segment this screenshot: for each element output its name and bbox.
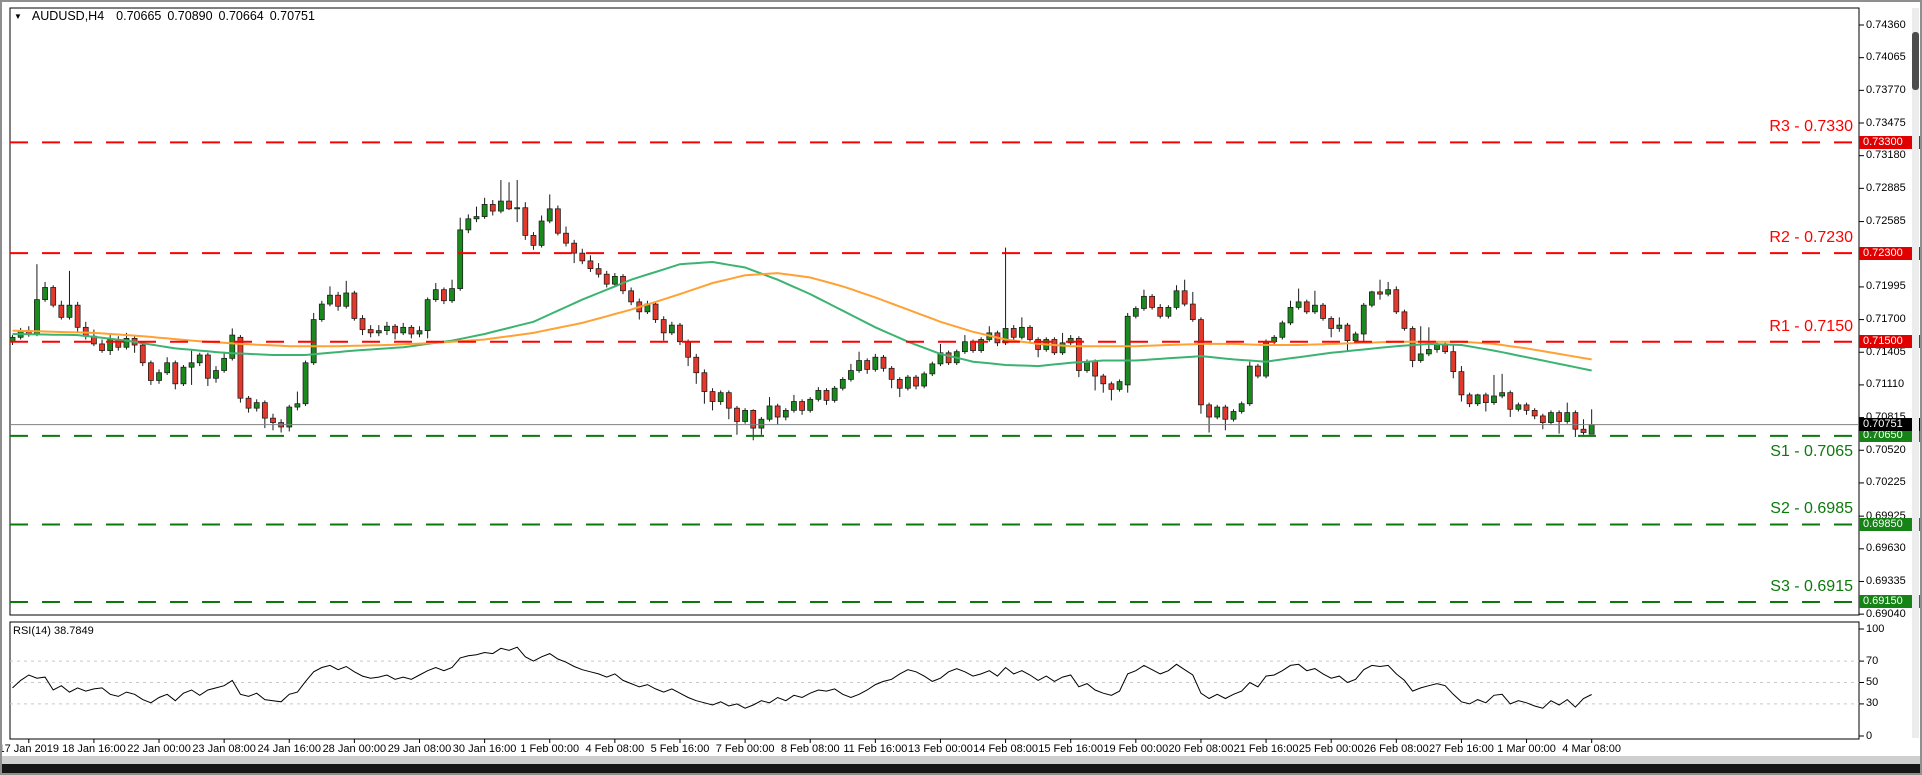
time-axis-label: 21 Feb 16:00 bbox=[1233, 743, 1299, 755]
rsi-axis-tick: 70 bbox=[1866, 654, 1879, 667]
time-axis-label: 23 Jan 08:00 bbox=[192, 743, 256, 755]
chart-window: ▼ AUDUSD,H4 0.70665 0.70890 0.70664 0.70… bbox=[0, 0, 1922, 775]
price-axis-tick: 0.71995 bbox=[1866, 280, 1906, 293]
time-axis-label: 19 Feb 00:00 bbox=[1103, 743, 1169, 755]
ohlc-close: 0.70751 bbox=[269, 9, 315, 23]
level-label-s1: S1 - 0.7065 bbox=[1770, 442, 1853, 460]
price-axis-tick: 0.69335 bbox=[1866, 574, 1906, 587]
price-axis-tick: 0.72885 bbox=[1866, 181, 1906, 194]
time-axis-label: 18 Jan 16:00 bbox=[62, 743, 126, 755]
level-badge-s1: 0.70650 bbox=[1859, 429, 1920, 443]
rsi-axis-tick: 0 bbox=[1866, 729, 1873, 742]
rsi-indicator-label: RSI(14) 38.7849 bbox=[13, 625, 94, 637]
rsi-value: 38.7849 bbox=[53, 625, 94, 637]
price-axis-tick: 0.74065 bbox=[1866, 51, 1906, 64]
rsi-axis-tick: 30 bbox=[1866, 697, 1879, 710]
time-axis-label: 24 Jan 16:00 bbox=[257, 743, 322, 755]
current-price-badge: 0.70751 bbox=[1859, 418, 1920, 432]
rsi-name: RSI(14) bbox=[13, 625, 51, 637]
scrollbar-thumb[interactable] bbox=[1912, 32, 1919, 90]
level-label-s2: S2 - 0.6985 bbox=[1770, 500, 1853, 518]
level-badge-r3: 0.73300 bbox=[1859, 135, 1920, 149]
time-axis-label: 8 Feb 08:00 bbox=[780, 743, 840, 755]
price-axis-tick: 0.73770 bbox=[1866, 83, 1906, 96]
time-axis-label: 7 Feb 00:00 bbox=[715, 743, 775, 755]
time-axis-label: 13 Feb 00:00 bbox=[908, 743, 973, 755]
ohlc-high: 0.70890 bbox=[167, 9, 213, 23]
time-axis-label: 25 Feb 00:00 bbox=[1298, 743, 1364, 755]
time-axis-label: 4 Mar 08:00 bbox=[1562, 743, 1622, 755]
level-label-r3: R3 - 0.7330 bbox=[1769, 118, 1853, 136]
level-label-r2: R2 - 0.7230 bbox=[1769, 229, 1853, 247]
chart-canvas[interactable] bbox=[2, 2, 1922, 775]
time-axis-label: 1 Mar 00:00 bbox=[1497, 743, 1556, 755]
window-bottom-edge bbox=[2, 764, 1920, 773]
time-axis-label: 5 Feb 16:00 bbox=[650, 743, 710, 755]
level-badge-s3: 0.69150 bbox=[1859, 595, 1920, 609]
rsi-axis-tick: 50 bbox=[1866, 676, 1879, 688]
time-axis-label: 17 Jan 2019 bbox=[0, 743, 60, 755]
level-badge-r2: 0.72300 bbox=[1859, 246, 1920, 260]
price-axis-tick: 0.70520 bbox=[1866, 443, 1906, 456]
time-axis-label: 30 Jan 16:00 bbox=[452, 743, 517, 755]
symbol-dropdown-icon[interactable]: ▼ bbox=[14, 12, 22, 21]
level-label-s3: S3 - 0.6915 bbox=[1770, 577, 1853, 595]
level-badge-s2: 0.69850 bbox=[1859, 517, 1920, 531]
price-axis-tick: 0.72585 bbox=[1866, 215, 1906, 228]
time-axis-label: 29 Jan 08:00 bbox=[387, 743, 452, 755]
time-axis-label: 1 Feb 00:00 bbox=[520, 743, 580, 755]
price-axis-tick: 0.73475 bbox=[1866, 116, 1906, 129]
rsi-axis-tick: 100 bbox=[1866, 622, 1885, 635]
time-axis-label: 11 Feb 16:00 bbox=[843, 743, 908, 755]
price-axis-tick: 0.73180 bbox=[1866, 149, 1906, 162]
time-axis-label: 20 Feb 08:00 bbox=[1168, 743, 1234, 755]
time-axis-label: 28 Jan 00:00 bbox=[322, 743, 387, 755]
ohlc-low: 0.70664 bbox=[218, 9, 264, 23]
price-axis-tick: 0.69040 bbox=[1866, 607, 1906, 620]
ohlc-open: 0.70665 bbox=[116, 9, 162, 23]
symbol-period-label: AUDUSD,H4 bbox=[31, 9, 105, 23]
scrollbar-track[interactable] bbox=[1912, 8, 1919, 738]
price-axis-tick: 0.69630 bbox=[1866, 542, 1906, 555]
time-axis-label: 4 Feb 08:00 bbox=[585, 743, 645, 755]
chart-header: ▼ AUDUSD,H4 0.70665 0.70890 0.70664 0.70… bbox=[14, 9, 315, 23]
time-axis-label: 27 Feb 16:00 bbox=[1428, 743, 1494, 755]
level-badge-r1: 0.71500 bbox=[1859, 335, 1920, 349]
price-axis-tick: 0.70225 bbox=[1866, 476, 1906, 489]
price-axis-tick: 0.71700 bbox=[1866, 313, 1906, 326]
price-axis-tick: 0.71110 bbox=[1866, 378, 1905, 391]
price-axis-tick: 0.74360 bbox=[1866, 18, 1906, 31]
time-axis-label: 26 Feb 08:00 bbox=[1363, 743, 1429, 755]
level-label-r1: R1 - 0.7150 bbox=[1769, 317, 1853, 335]
time-axis-label: 15 Feb 16:00 bbox=[1038, 743, 1104, 755]
time-axis-label: 22 Jan 00:00 bbox=[127, 743, 191, 755]
time-axis-label: 14 Feb 08:00 bbox=[973, 743, 1038, 755]
